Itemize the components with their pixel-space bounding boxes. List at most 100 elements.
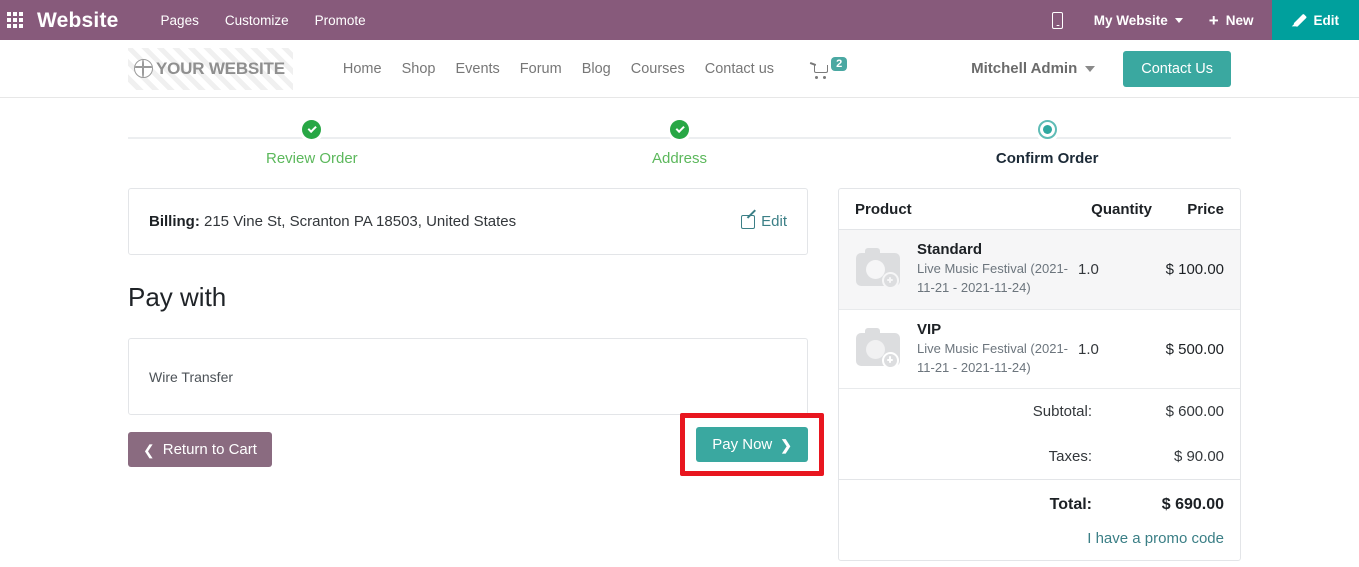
sysmenu-item-customize[interactable]: Customize — [225, 13, 289, 28]
website-selector-label: My Website — [1093, 12, 1168, 28]
product-name: VIP — [917, 320, 942, 338]
nav-item-blog[interactable]: Blog — [582, 61, 611, 77]
taxes-label: Taxes: — [1048, 448, 1092, 466]
billing-address-value: 215 Vine St, Scranton PA 18503, United S… — [199, 213, 517, 230]
odoo-system-bar: Website Pages Customize Promote My Websi… — [0, 0, 1359, 40]
nav-item-contact-us[interactable]: Contact us — [705, 61, 774, 77]
checkout-right-column: Product Quantity Price Standard Live Mus… — [838, 188, 1241, 562]
sysmenu-item-pages[interactable]: Pages — [161, 13, 199, 28]
payment-option-wire-transfer[interactable]: Wire Transfer — [149, 369, 233, 385]
checkout-left-column: Billing: 215 Vine St, Scranton PA 18503,… — [128, 188, 824, 561]
product-info: VIP Live Music Festival (2021-11-21 - 20… — [909, 321, 1078, 378]
website-selector[interactable]: My Website — [1080, 13, 1197, 28]
billing-address-card: Billing: 215 Vine St, Scranton PA 18503,… — [128, 188, 808, 255]
product-quantity: 1.0 — [1078, 340, 1099, 358]
apps-grid-icon[interactable] — [0, 0, 30, 40]
step-indicator-current — [1037, 120, 1057, 139]
subtotal-label: Subtotal: — [1032, 403, 1092, 421]
check-circle-icon — [302, 120, 322, 139]
subtotal-value: $ 600.00 — [1165, 403, 1224, 421]
pay-with-title: Pay with — [128, 282, 227, 312]
stepper-label-review-order: Review Order — [265, 150, 358, 167]
shopping-cart-icon — [809, 61, 830, 79]
stepper-step-address[interactable]: Address — [496, 120, 864, 178]
checkout-stepper: Review Order Address Confirm Order — [128, 120, 1231, 178]
system-menu: Pages Customize Promote — [161, 13, 366, 28]
edit-button-label: Edit — [1313, 12, 1340, 28]
stepper-step-confirm-order[interactable]: Confirm Order — [863, 120, 1231, 178]
chevron-down-icon — [1174, 17, 1183, 23]
website-header-right: Mitchell Admin Contact Us — [971, 50, 1231, 87]
column-header-product: Product — [855, 201, 912, 218]
app-name: Website — [37, 8, 119, 32]
checkout-columns: Billing: 215 Vine St, Scranton PA 18503,… — [128, 188, 1241, 562]
cart-link[interactable]: 2 — [809, 56, 848, 79]
total-value: $ 690.00 — [1161, 496, 1224, 514]
stepper-label-address: Address — [651, 150, 708, 167]
user-menu-label: Mitchell Admin — [971, 60, 1078, 77]
contact-us-button[interactable]: Contact Us — [1123, 50, 1231, 87]
nav-item-events[interactable]: Events — [455, 61, 499, 77]
site-logo[interactable]: YOUR WEBSITE — [128, 47, 293, 90]
chevron-down-icon — [1085, 65, 1096, 72]
image-placeholder-icon — [847, 245, 909, 293]
globe-icon — [134, 59, 153, 78]
image-placeholder-icon — [847, 325, 909, 373]
pay-now-highlight-box: Pay Now ❯ — [680, 413, 824, 476]
edit-pencil-icon — [741, 214, 756, 229]
dot-circle-icon — [1037, 120, 1057, 139]
new-button-label: New — [1225, 12, 1254, 28]
cart-count-badge: 2 — [831, 56, 848, 71]
column-header-quantity: Quantity — [1091, 201, 1152, 218]
product-description: Live Music Festival (2021-11-21 - 2021-1… — [917, 261, 1068, 295]
step-indicator-done — [302, 120, 322, 139]
billing-label: Billing: — [149, 213, 200, 230]
site-logo-text: YOUR WEBSITE — [156, 58, 285, 78]
pay-now-label: Pay Now — [712, 436, 773, 453]
payment-methods-box: Wire Transfer — [128, 338, 808, 415]
checkout-page: Review Order Address Confirm Order Billi… — [0, 120, 1359, 562]
table-row: VIP Live Music Festival (2021-11-21 - 20… — [839, 310, 1240, 390]
checkout-actions: ❮ Return to Cart Pay Now ❯ — [128, 413, 824, 476]
table-row: Standard Live Music Festival (2021-11-21… — [839, 230, 1240, 310]
nav-item-home[interactable]: Home — [343, 61, 382, 77]
return-to-cart-button[interactable]: ❮ Return to Cart — [128, 432, 272, 467]
stepper-label-confirm-order: Confirm Order — [995, 150, 1099, 167]
order-summary-header: Product Quantity Price — [839, 189, 1240, 230]
total-label: Total: — [1049, 496, 1092, 514]
edit-billing-address-link[interactable]: Edit — [741, 213, 787, 230]
column-header-price: Price — [1187, 201, 1224, 218]
product-price: $ 100.00 — [1165, 260, 1224, 278]
billing-address-text: Billing: 215 Vine St, Scranton PA 18503,… — [149, 213, 516, 230]
return-to-cart-label: Return to Cart — [162, 441, 257, 458]
total-row: Total: $ 690.00 — [839, 479, 1240, 530]
new-button[interactable]: + New — [1197, 12, 1272, 29]
pencil-icon — [1292, 13, 1306, 27]
product-name: Standard — [917, 241, 983, 258]
stepper-step-review-order[interactable]: Review Order — [128, 120, 496, 178]
sysmenu-item-promote[interactable]: Promote — [315, 13, 366, 28]
website-header: YOUR WEBSITE Home Shop Events Forum Blog… — [0, 40, 1359, 98]
promo-code-link[interactable]: I have a promo code — [1087, 530, 1224, 547]
check-circle-icon — [670, 120, 689, 139]
user-menu[interactable]: Mitchell Admin — [971, 60, 1096, 77]
subtotal-row: Subtotal: $ 600.00 — [839, 389, 1240, 434]
edit-button[interactable]: Edit — [1271, 0, 1359, 40]
step-indicator-done — [670, 120, 689, 139]
chevron-right-icon: ❯ — [780, 436, 792, 453]
mobile-preview-icon[interactable] — [1036, 0, 1080, 40]
nav-item-courses[interactable]: Courses — [631, 61, 685, 77]
pay-now-button[interactable]: Pay Now ❯ — [696, 427, 808, 462]
product-quantity: 1.0 — [1078, 260, 1099, 278]
system-bar-right: My Website + New Edit — [1036, 0, 1359, 40]
promo-code-area: I have a promo code — [839, 530, 1240, 560]
nav-item-forum[interactable]: Forum — [520, 61, 562, 77]
nav-item-shop[interactable]: Shop — [402, 61, 436, 77]
product-description: Live Music Festival (2021-11-21 - 2021-1… — [917, 340, 1068, 375]
plus-icon: + — [1208, 10, 1219, 30]
taxes-row: Taxes: $ 90.00 — [839, 434, 1240, 479]
chevron-left-icon: ❮ — [143, 441, 155, 458]
order-summary-table: Product Quantity Price Standard Live Mus… — [838, 188, 1241, 562]
taxes-value: $ 90.00 — [1173, 448, 1224, 466]
site-navigation: Home Shop Events Forum Blog Courses Cont… — [343, 61, 774, 77]
